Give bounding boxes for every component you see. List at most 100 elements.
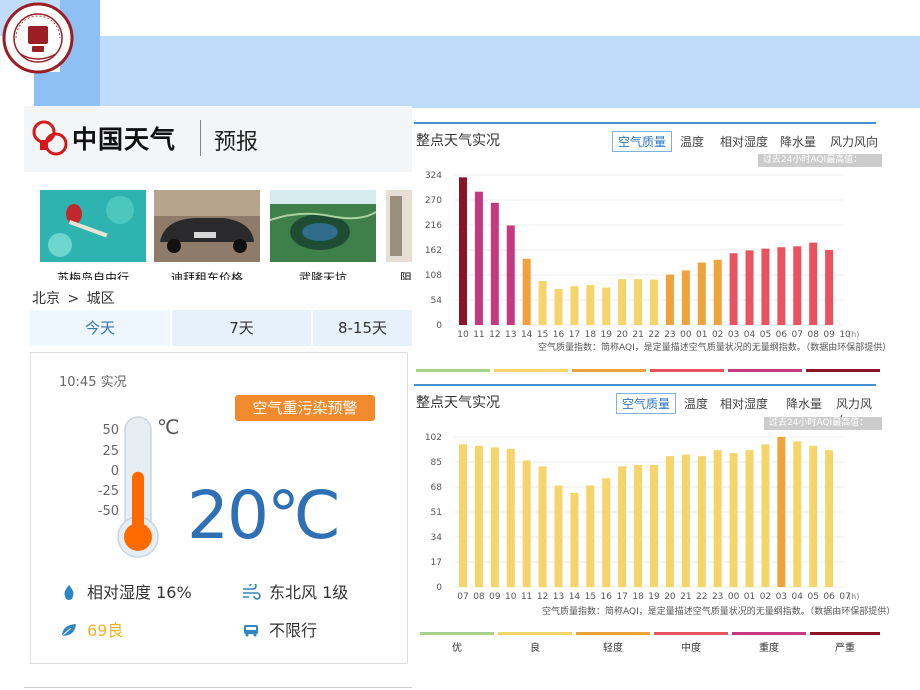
aqi-bar (490, 447, 499, 587)
aqi-bar (665, 456, 674, 587)
x-tick-label: 22 (696, 592, 707, 602)
x-tick-label: 20 (616, 330, 628, 340)
x-tick-label: 18 (585, 330, 597, 340)
x-tick-label: 13 (505, 330, 516, 340)
pollution-alert-button[interactable]: 空气重污染预警 (235, 395, 375, 421)
x-tick-label: 14 (521, 330, 533, 340)
legend-swatch-light (576, 632, 650, 635)
aqi-bar (506, 448, 515, 587)
aqi-bar (650, 464, 659, 587)
aqi-bar (825, 250, 834, 325)
legend-swatch (416, 369, 490, 372)
x-tick-label: 12 (489, 330, 500, 340)
y-tick-label: 54 (431, 296, 443, 306)
aqi-bar (793, 441, 802, 587)
chart-footnote: 空气质量指数：简称AQI，是定量描述空气质量状况的无量纲指数。（数据由环保部提供… (542, 607, 896, 617)
aqi-bar (697, 262, 706, 325)
legend-label: 中度 (681, 643, 701, 654)
chart-tab-aqi[interactable]: 空气质量 (616, 393, 677, 414)
chart-tab-aqi[interactable]: 空气质量 (612, 131, 673, 152)
chart-tab-precipitation[interactable]: 降水量 (786, 395, 822, 412)
chart-tab-temperature[interactable]: 温度 (684, 395, 708, 412)
leaf-icon (61, 624, 76, 637)
x-tick-label: 12 (537, 592, 548, 602)
aqi-bar (554, 288, 563, 325)
x-tick-label: 02 (760, 592, 771, 602)
aqi-stat[interactable]: 69良 (59, 617, 123, 641)
header-divider (200, 120, 201, 156)
aqi-bar (618, 279, 627, 325)
x-tick-label: 20 (664, 592, 676, 602)
aqi-bar (825, 450, 834, 587)
temperature-unit: ℃ (157, 415, 180, 439)
chart-tab-humidity[interactable]: 相对湿度 (720, 133, 768, 150)
chart-tab-humidity[interactable]: 相对湿度 (720, 395, 768, 412)
x-tick-label: 08 (807, 330, 819, 340)
promo-card[interactable]: 迪拜租车价格 (154, 190, 260, 280)
aqi-bar (665, 274, 674, 325)
y-tick-label: 108 (425, 271, 442, 281)
x-tick-label: 23 (712, 592, 723, 602)
tab-today[interactable]: 今天 (30, 310, 170, 346)
panel-top-border (414, 122, 876, 124)
y-tick-label: 0 (436, 583, 442, 593)
promo-card[interactable]: 苏梅岛自由行 (40, 190, 146, 280)
tab-8-15-days[interactable]: 8-15天 (313, 310, 412, 346)
slide: 中国天气 预报 苏梅岛自由行 迪拜租车价格 武隆天坑 阻 北京 > 城区 今天 … (0, 0, 920, 690)
chart-tab-wind[interactable]: 风力风向 (830, 133, 878, 150)
aqi-chart-panel-2: 整点天气实况 空气质量 温度 相对湿度 降水量 风力风向 过去24小时AQI最高… (414, 384, 895, 664)
current-weather-card: 10:45 实况 空气重污染预警 50 25 0 -25 -50 ℃ 20℃ 相… (30, 352, 408, 664)
aqi-bar (697, 456, 706, 587)
x-tick-label: 10 (505, 592, 517, 602)
china-weather-logo-icon[interactable] (30, 118, 70, 158)
aqi-level-legend: 优 良 轻度 中度 重度 严重 (416, 632, 882, 654)
legend-swatch-severe (810, 632, 880, 635)
x-tick-label: 05 (807, 592, 818, 602)
chart-tab-precipitation[interactable]: 降水量 (780, 133, 816, 150)
aqi-bar (681, 270, 690, 325)
aqi-bar (538, 281, 547, 325)
promo-card[interactable]: 武隆天坑 (269, 190, 377, 280)
legend-swatch (494, 369, 568, 372)
tab-7-days[interactable]: 7天 (172, 310, 311, 346)
legend-swatch (806, 369, 880, 372)
chart-tab-temperature[interactable]: 温度 (680, 133, 704, 150)
x-tick-label: 00 (680, 330, 692, 340)
y-tick-label: 324 (425, 171, 442, 181)
legend-swatch-good (420, 632, 494, 635)
y-tick-label: 216 (425, 221, 442, 231)
wind-value: 东北风 1级 (269, 583, 349, 602)
aqi-bar (586, 285, 595, 325)
breadcrumb-city[interactable]: 北京 (32, 291, 60, 307)
y-tick-label: 34 (431, 533, 443, 543)
y-tick-label: 270 (425, 196, 442, 206)
legend-label: 优 (452, 643, 462, 654)
aqi-bar (554, 485, 563, 587)
aqi-bar (809, 445, 818, 587)
x-tick-label: 08 (473, 592, 485, 602)
y-tick-label: 85 (431, 458, 442, 468)
chart-footnote: 空气质量指数：简称AQI，是定量描述空气质量状况的无量纲指数。（数据由环保部提供… (538, 343, 892, 353)
x-axis-unit: (h) (848, 592, 859, 601)
aqi-bar (570, 286, 579, 325)
aqi-bar-chart-2: 0173451688510207 08 09 10 11 12 13 14 15 16 17 18 19… (425, 433, 860, 602)
aqi-bar (474, 445, 483, 587)
brand-name[interactable]: 中国天气 (72, 120, 176, 156)
partial-photo-icon (386, 190, 412, 262)
divider (24, 687, 412, 688)
breadcrumb-district[interactable]: 城区 (87, 291, 115, 307)
x-tick-label: 19 (601, 330, 613, 340)
humidity-stat: 相对湿度 16% (59, 579, 192, 603)
aqi-bar (729, 253, 738, 325)
aqi-bar-chart-1: 0 54 108 162 216 270 324 10 11 12 13 14 15 16 17 18 19 20… (425, 171, 860, 340)
legend-swatch (650, 369, 724, 372)
x-tick-label: 00 (728, 592, 740, 602)
current-temperature: 20℃ (187, 477, 341, 554)
wind-stat: 东北风 1级 (241, 579, 348, 603)
x-tick-label: 11 (473, 330, 484, 340)
y-tick-label: 0 (436, 321, 442, 331)
x-axis-unit: (h) (848, 330, 859, 339)
legend-label: 重度 (759, 643, 779, 654)
y-tick-label: 51 (431, 508, 442, 518)
promo-card[interactable]: 阻 (386, 190, 412, 280)
